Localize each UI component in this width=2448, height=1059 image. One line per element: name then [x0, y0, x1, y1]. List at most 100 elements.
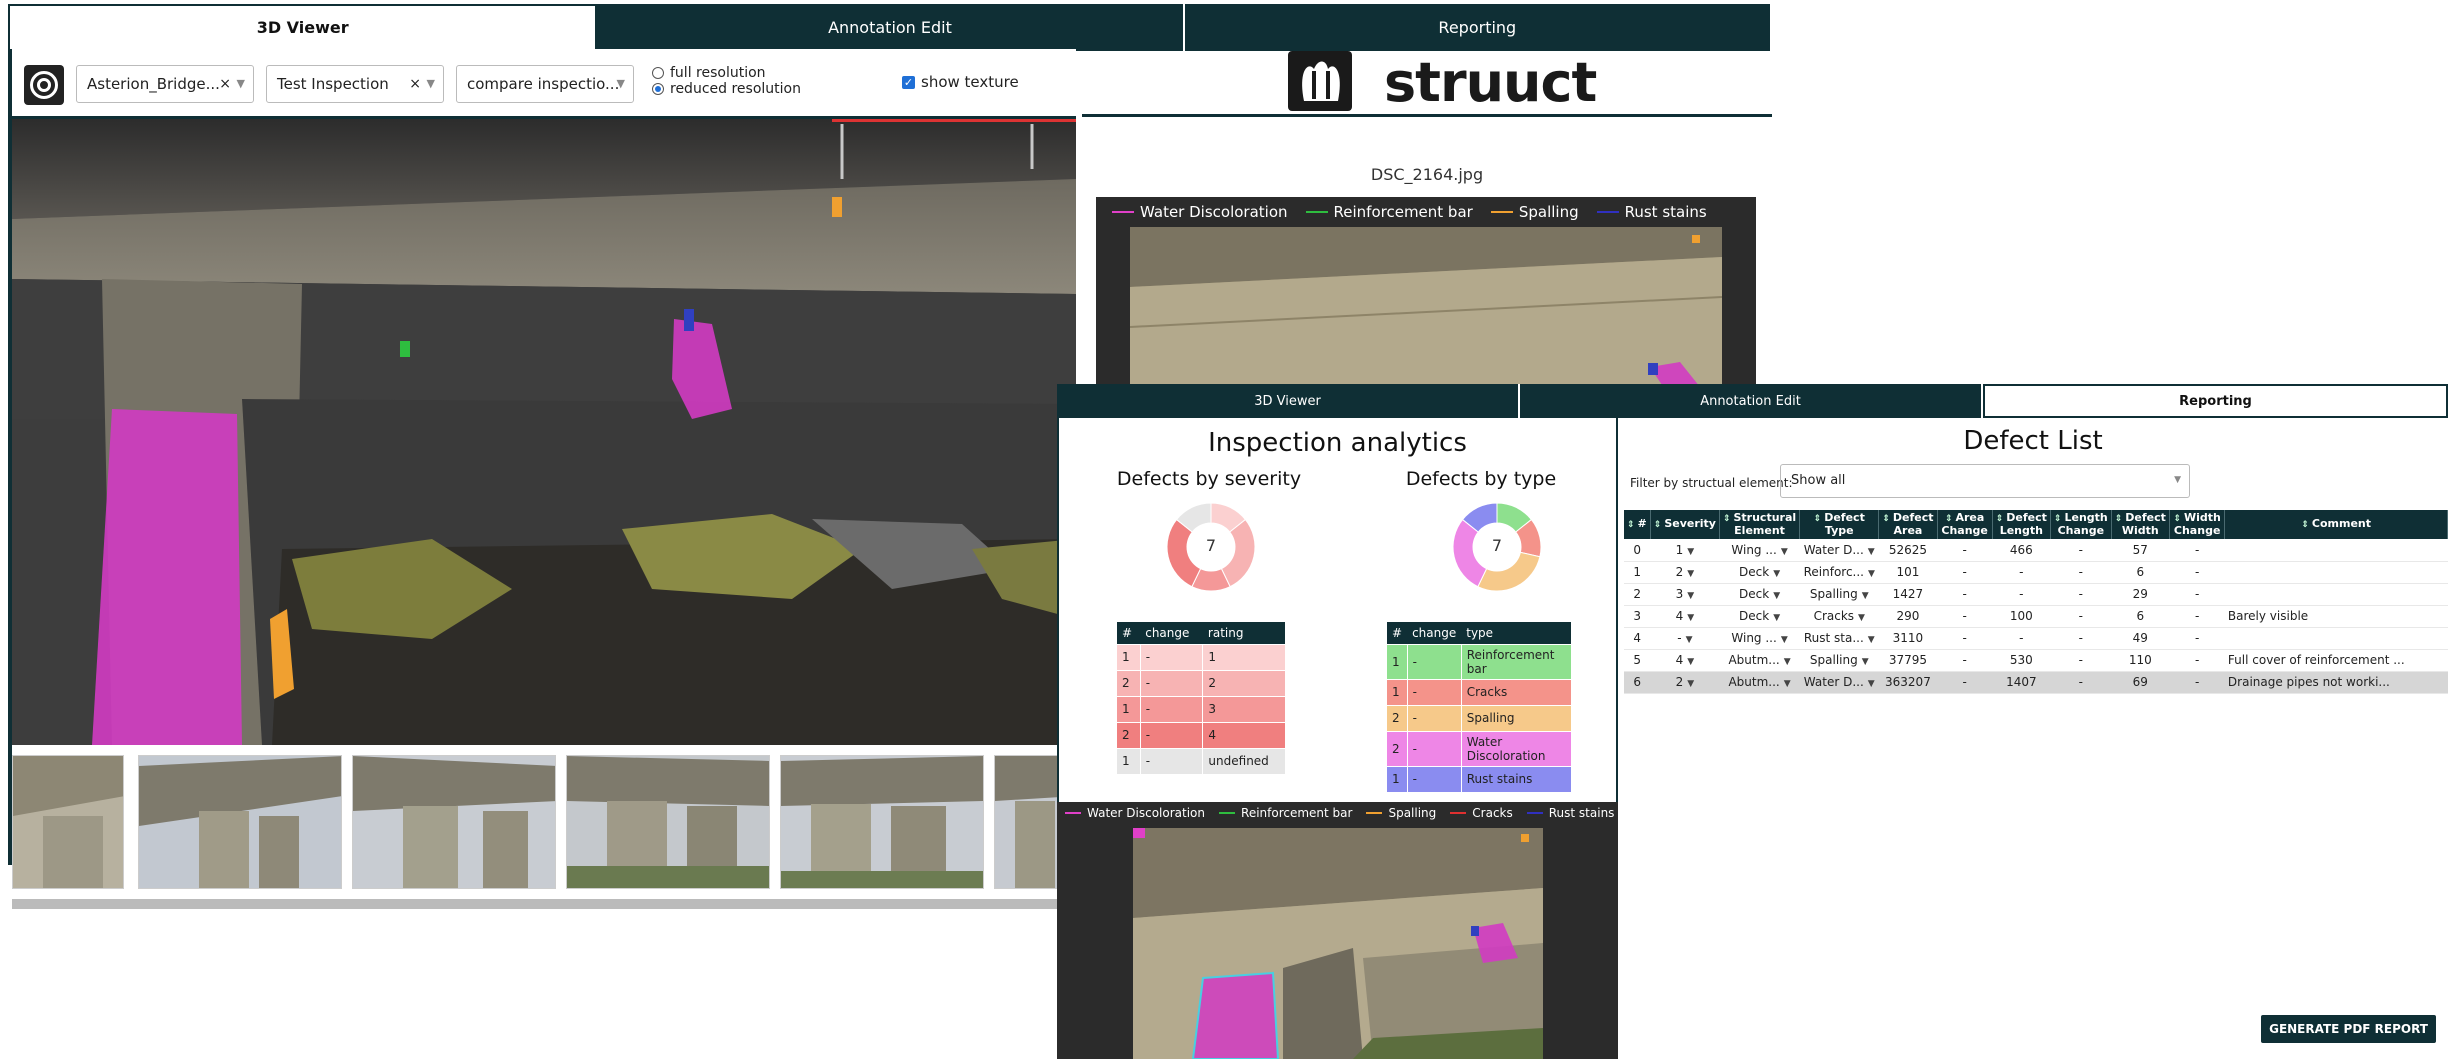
- sort-icon[interactable]: ⇕: [2115, 514, 2123, 524]
- thumbnail-scrollbar[interactable]: [12, 899, 1076, 909]
- chevron-down-icon[interactable]: ▼: [1868, 569, 1875, 579]
- sort-icon[interactable]: ⇕: [2301, 520, 2309, 530]
- table-cell[interactable]: Deck ▼: [1719, 605, 1800, 628]
- table-cell[interactable]: 4 ▼: [1650, 649, 1720, 672]
- table-row[interactable]: 6 2 ▼ Abutm... ▼ Water D... ▼ 363207-1407-69- Dr…: [1624, 671, 2448, 694]
- sort-icon[interactable]: ⇕: [1882, 514, 1890, 524]
- sort-icon[interactable]: ⇕: [1996, 514, 2004, 524]
- chevron-down-icon[interactable]: ▼: [1687, 679, 1694, 689]
- table-cell[interactable]: Water D... ▼: [1799, 671, 1879, 694]
- chevron-down-icon[interactable]: ▼: [1868, 679, 1875, 689]
- table-row[interactable]: 3 4 ▼ Deck ▼ Cracks ▼ 290-100-6- Barely visible: [1624, 605, 2448, 628]
- table-row[interactable]: 5 4 ▼ Abutm... ▼ Spalling ▼ 37795-530-110- Full …: [1624, 649, 2448, 672]
- structure-select[interactable]: Asterion_Bridge... × ▼: [76, 65, 254, 103]
- thumbnail[interactable]: [566, 755, 770, 889]
- chevron-down-icon[interactable]: ▼: [1784, 679, 1791, 689]
- chevron-down-icon[interactable]: ▼: [1862, 657, 1869, 667]
- table-cell[interactable]: 2 ▼: [1650, 671, 1720, 694]
- chevron-down-icon[interactable]: ▼: [1781, 547, 1788, 557]
- legend-item: Reinforcement bar: [1305, 203, 1473, 221]
- sort-icon[interactable]: ⇕: [1945, 514, 1953, 524]
- table-row[interactable]: 0 1 ▼ Wing ... ▼ Water D... ▼ 52625-466-57-: [1624, 539, 2448, 562]
- table-cell[interactable]: Deck ▼: [1719, 583, 1800, 606]
- show-texture-checkbox[interactable]: ✓ show texture: [902, 73, 1019, 91]
- chevron-down-icon[interactable]: ▼: [1687, 591, 1694, 601]
- table-cell[interactable]: 3 ▼: [1650, 583, 1720, 606]
- table-cell[interactable]: 2 ▼: [1650, 561, 1720, 584]
- column-header[interactable]: ⇕ Width Change: [2169, 510, 2226, 539]
- sort-icon[interactable]: ⇕: [2054, 514, 2062, 524]
- chevron-down-icon[interactable]: ▼: [1687, 613, 1694, 623]
- chevron-down-icon[interactable]: ▼: [1858, 613, 1865, 623]
- chevron-down-icon[interactable]: ▼: [1784, 657, 1791, 667]
- tab-3d-viewer[interactable]: 3D Viewer: [8, 4, 598, 51]
- table-cell[interactable]: Abutm... ▼: [1719, 671, 1800, 694]
- table-row[interactable]: 4- ▼ Wing ... ▼ Rust sta... ▼ 3110- - -49-: [1624, 627, 2448, 650]
- column-header[interactable]: ⇕ Length Change: [2050, 510, 2112, 539]
- chevron-down-icon[interactable]: ▼: [1862, 591, 1869, 601]
- tab-reporting[interactable]: Reporting: [1983, 384, 2448, 418]
- table-cell[interactable]: Rust sta... ▼: [1799, 627, 1879, 650]
- 3d-model-viewport[interactable]: [12, 119, 1076, 745]
- compare-select[interactable]: compare inspectio... ▼: [456, 65, 634, 103]
- chevron-down-icon[interactable]: ▼: [1868, 547, 1875, 557]
- table-cell[interactable]: Spalling ▼: [1799, 583, 1879, 606]
- sort-icon[interactable]: ⇕: [2173, 514, 2181, 524]
- chevron-down-icon[interactable]: ▼: [1773, 613, 1780, 623]
- table-cell[interactable]: Reinforc... ▼: [1799, 561, 1879, 584]
- tab-annotation-edit[interactable]: Annotation Edit: [1520, 384, 1983, 418]
- sort-icon[interactable]: ⇕: [1723, 514, 1731, 524]
- cell-value: 1407: [2006, 675, 2037, 689]
- chevron-down-icon[interactable]: ▼: [1687, 657, 1694, 667]
- column-header[interactable]: ⇕ Area Change: [1937, 510, 1993, 539]
- table-cell[interactable]: Wing ... ▼: [1719, 627, 1800, 650]
- thumbnail[interactable]: [352, 755, 556, 889]
- clear-icon[interactable]: ×: [409, 76, 421, 92]
- tab-annotation-edit[interactable]: Annotation Edit: [597, 4, 1185, 51]
- chevron-down-icon[interactable]: ▼: [1687, 547, 1694, 557]
- radio-full-resolution[interactable]: full resolution: [652, 65, 766, 81]
- radio-reduced-resolution[interactable]: reduced resolution: [652, 81, 801, 97]
- cell-value: -: [2078, 631, 2083, 645]
- column-header[interactable]: ⇕ Defect Type: [1799, 510, 1880, 539]
- column-header[interactable]: ⇕ #: [1624, 510, 1651, 539]
- table-cell[interactable]: Water D... ▼: [1799, 539, 1879, 562]
- sort-icon[interactable]: ⇕: [1654, 520, 1662, 530]
- table-row[interactable]: 1 2 ▼ Deck ▼ Reinforc... ▼ 101- - -6-: [1624, 561, 2448, 584]
- chevron-down-icon[interactable]: ▼: [1773, 591, 1780, 601]
- table-row[interactable]: 2 3 ▼ Deck ▼ Spalling ▼ 1427- - -29-: [1624, 583, 2448, 606]
- table-cell[interactable]: Wing ... ▼: [1719, 539, 1800, 562]
- table-cell[interactable]: - ▼: [1650, 627, 1720, 650]
- chevron-down-icon[interactable]: ▼: [1773, 569, 1780, 579]
- table-cell[interactable]: Deck ▼: [1719, 561, 1800, 584]
- chevron-down-icon[interactable]: ▼: [1868, 635, 1875, 645]
- column-header[interactable]: ⇕ Defect Width: [2111, 510, 2170, 539]
- chevron-down-icon[interactable]: ▼: [1687, 569, 1694, 579]
- sort-icon[interactable]: ⇕: [1627, 520, 1635, 530]
- table-cell[interactable]: Spalling ▼: [1799, 649, 1879, 672]
- structural-element-filter[interactable]: Show all ▼: [1780, 464, 2190, 498]
- tab-3d-viewer[interactable]: 3D Viewer: [1057, 384, 1520, 418]
- table-cell[interactable]: Abutm... ▼: [1719, 649, 1800, 672]
- reporting-window: 3D Viewer Annotation Edit Reporting Insp…: [1057, 384, 2448, 1059]
- generate-pdf-report-button[interactable]: GENERATE PDF REPORT: [2261, 1015, 2436, 1043]
- column-header[interactable]: ⇕ Defect Length: [1992, 510, 2051, 539]
- column-header[interactable]: ⇕ Severity: [1650, 510, 1720, 539]
- target-icon[interactable]: [24, 65, 64, 105]
- column-header[interactable]: ⇕ Defect Area: [1878, 510, 1938, 539]
- column-header[interactable]: ⇕ Comment: [2224, 510, 2448, 539]
- inspection-select[interactable]: Test Inspection × ▼: [266, 65, 444, 103]
- table-cell[interactable]: Cracks ▼: [1799, 605, 1879, 628]
- chevron-down-icon[interactable]: ▼: [1686, 635, 1693, 645]
- column-header[interactable]: ⇕ Structural Element: [1719, 510, 1801, 539]
- thumbnail[interactable]: [12, 755, 124, 889]
- cell-value: 3: [1633, 609, 1641, 623]
- thumbnail[interactable]: [138, 755, 342, 889]
- thumbnail[interactable]: [780, 755, 984, 889]
- sort-icon[interactable]: ⇕: [1814, 514, 1822, 524]
- table-cell[interactable]: 4 ▼: [1650, 605, 1720, 628]
- clear-icon[interactable]: ×: [219, 76, 231, 92]
- tab-reporting[interactable]: Reporting: [1184, 4, 1772, 51]
- table-cell[interactable]: 1 ▼: [1650, 539, 1720, 562]
- chevron-down-icon[interactable]: ▼: [1781, 635, 1788, 645]
